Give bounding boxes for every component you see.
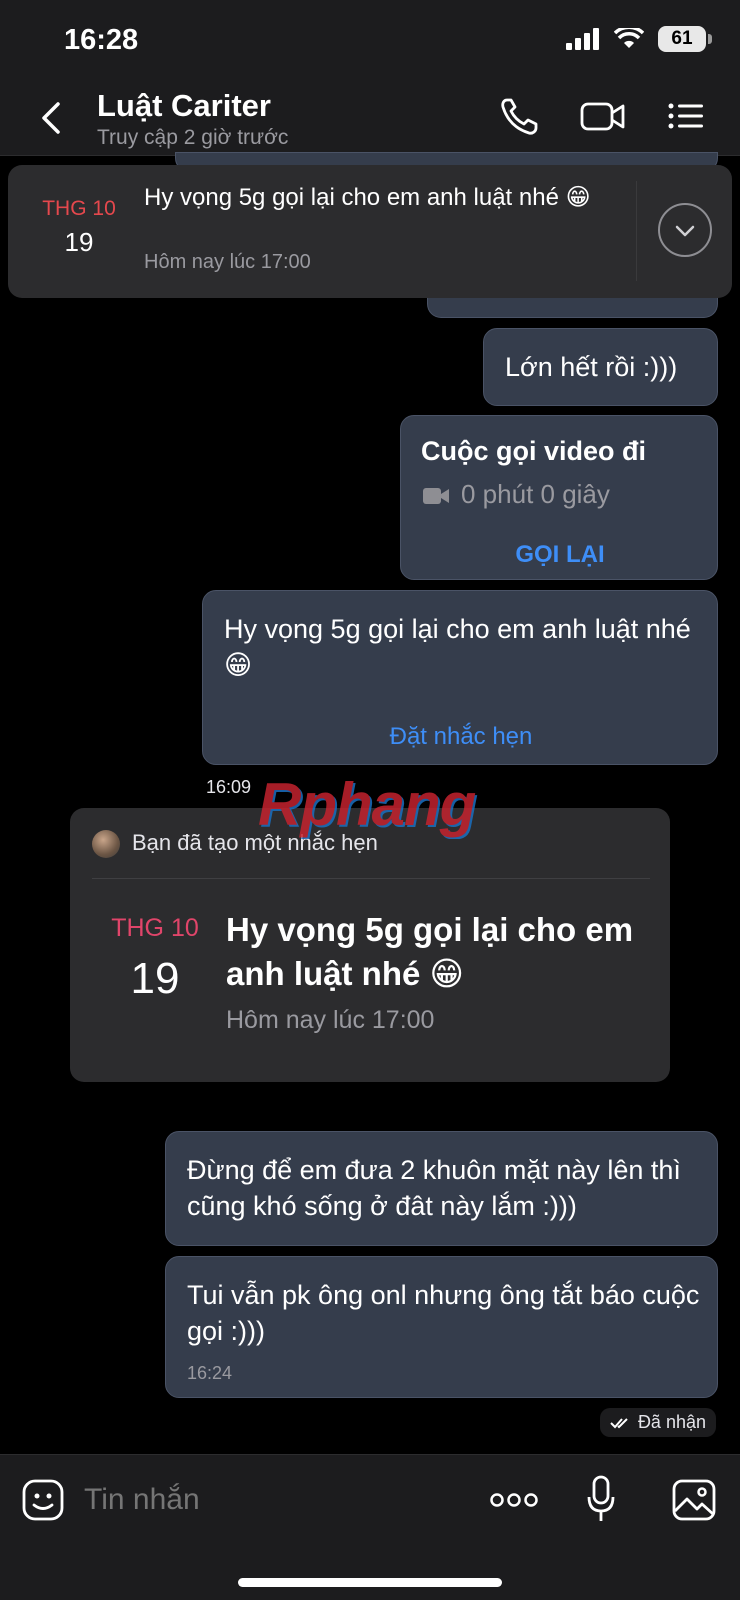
delivery-status-text: Đã nhận (637, 1412, 706, 1432)
pinned-month: THG 10 (42, 197, 116, 220)
message-text: Tui vẫn pk ông onl nhưng ông tắt báo cuộ… (187, 1280, 700, 1346)
avatar (92, 830, 120, 858)
message-bubble[interactable]: Tui vẫn pk ông onl nhưng ông tắt báo cuộ… (165, 1256, 718, 1398)
back-icon[interactable] (34, 98, 70, 138)
watermark-logo: Rphang (258, 771, 476, 838)
contact-status: Truy cập 2 giờ trước (97, 126, 289, 149)
pinned-text: Hy vọng 5g gọi lại cho em anh luật nhé 😁 (144, 184, 591, 211)
menu-icon[interactable] (666, 96, 706, 136)
status-bar: 16:28 61 (0, 0, 740, 80)
phone-call-icon[interactable] (498, 96, 542, 136)
reminder-card[interactable]: Bạn đã tạo một nhắc hẹn THG 10 19 Hy vọn… (70, 808, 670, 1082)
divider (92, 878, 650, 879)
video-call-icon[interactable] (580, 96, 626, 136)
home-indicator (238, 1578, 502, 1587)
chat-header: Luật Cariter Truy cập 2 giờ trước (0, 80, 740, 156)
signal-icon (566, 28, 599, 50)
call-title: Cuộc gọi video đi (421, 436, 647, 466)
contact-name[interactable]: Luật Cariter (97, 88, 271, 124)
message-time: 16:09 (206, 777, 252, 797)
set-reminder-button[interactable]: Đặt nhắc hẹn (203, 723, 719, 751)
expand-button[interactable] (658, 203, 712, 257)
divider (636, 181, 637, 281)
delivery-status: Đã nhận (599, 1408, 716, 1437)
reminder-subtitle: Hôm nay lúc 17:00 (226, 1006, 435, 1034)
call-message-bubble[interactable]: Cuộc gọi video đi 0 phút 0 giây GỌI LẠI (400, 415, 718, 580)
reminder-day: 19 (130, 954, 180, 1003)
battery-indicator: 61 (658, 26, 712, 52)
reminder-month: THG 10 (111, 914, 199, 942)
message-input[interactable] (84, 1477, 464, 1523)
image-gallery-icon[interactable] (672, 1479, 716, 1521)
reminder-title: Hy vọng 5g gọi lại cho em anh luật nhé 😁 (226, 911, 634, 992)
message-text: Đừng để em đưa 2 khuôn mặt này lên thì c… (187, 1155, 681, 1221)
status-time: 16:28 (64, 24, 139, 56)
message-text: Lớn hết rồi :))) (505, 352, 678, 382)
sticker-icon[interactable] (22, 1479, 64, 1521)
microphone-icon[interactable] (586, 1475, 616, 1525)
message-text: Hy vọng 5g gọi lại cho em anh luật nhé 😁 (224, 614, 691, 680)
more-options-icon[interactable] (490, 1491, 538, 1509)
chevron-down-icon (675, 225, 695, 237)
pinned-reminder-banner[interactable]: THG 10 19 Hy vọng 5g gọi lại cho em anh … (8, 165, 732, 298)
message-bubble[interactable]: Đừng để em đưa 2 khuôn mặt này lên thì c… (165, 1131, 718, 1246)
message-time: 16:24 (187, 1363, 233, 1383)
message-bubble[interactable]: Hy vọng 5g gọi lại cho em anh luật nhé 😁… (202, 590, 718, 765)
call-duration: 0 phút 0 giây (461, 479, 610, 509)
double-check-icon (610, 1417, 628, 1428)
video-camera-icon (423, 488, 449, 504)
status-icons: 61 (566, 26, 712, 52)
pinned-day: 19 (64, 227, 94, 257)
message-bubble[interactable]: Lớn hết rồi :))) (483, 328, 718, 406)
wifi-icon (614, 28, 644, 48)
call-back-button[interactable]: GỌI LẠI (401, 541, 719, 569)
pinned-subtitle: Hôm nay lúc 17:00 (144, 251, 311, 273)
